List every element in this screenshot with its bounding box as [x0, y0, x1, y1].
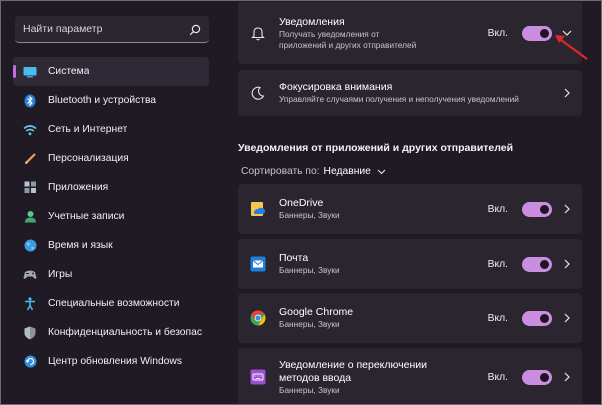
update-icon: [23, 355, 37, 369]
chevron-down-icon: [377, 169, 386, 174]
sidebar-item-label: Центр обновления Windows: [48, 356, 182, 367]
settings-window: Найти параметр Система Bluetooth и устро…: [0, 0, 602, 405]
app-notifications-toggle[interactable]: [522, 310, 552, 326]
focus-assist-card[interactable]: Фокусировка внимания Управляйте случаями…: [238, 70, 582, 116]
toggle-state-label: Вкл.: [487, 312, 508, 324]
sidebar-item-accounts[interactable]: Учетные записи: [13, 202, 209, 231]
app-subtitle: Баннеры, Звуки: [279, 265, 340, 275]
moon-icon: [250, 85, 266, 101]
sidebar-item-windows-update[interactable]: Центр обновления Windows: [13, 347, 209, 376]
wifi-icon: [23, 123, 37, 137]
sidebar-item-personalization[interactable]: Персонализация: [13, 144, 209, 173]
sort-dropdown[interactable]: Сортировать по: Недавние: [241, 166, 386, 177]
app-subtitle: Баннеры, Звуки: [279, 384, 340, 395]
app-subtitle: Баннеры, Звуки: [279, 210, 340, 220]
onedrive-icon: [250, 201, 266, 217]
apps-icon: [23, 181, 37, 195]
sidebar-item-apps[interactable]: Приложения: [13, 173, 209, 202]
app-row-chrome[interactable]: Google Chrome Баннеры, Звуки Вкл.: [238, 293, 582, 343]
search-icon: [189, 23, 201, 36]
setting-subtitle: Получать уведомления от приложений и дру…: [279, 28, 417, 50]
setting-title: Фокусировка внимания: [279, 81, 393, 93]
app-subtitle: Баннеры, Звуки: [279, 319, 340, 329]
sidebar-item-label: Время и язык: [48, 240, 113, 251]
notifications-toggle[interactable]: [522, 25, 552, 41]
sort-value: Недавние: [323, 166, 371, 177]
sidebar-item-time-language[interactable]: Время и язык: [13, 231, 209, 260]
app-row-mail[interactable]: Почта Баннеры, Звуки Вкл.: [238, 239, 582, 289]
account-icon: [23, 210, 37, 224]
sidebar-item-label: Персонализация: [48, 153, 129, 164]
setting-title: Уведомления: [279, 15, 345, 28]
chrome-icon: [250, 310, 266, 326]
sidebar-item-accessibility[interactable]: Специальные возможности: [13, 289, 209, 318]
toggle-state-label: Вкл.: [487, 203, 508, 215]
sidebar-item-label: Учетные записи: [48, 211, 125, 222]
keyboard-icon: [250, 369, 266, 385]
system-icon: [23, 65, 37, 79]
brush-icon: [23, 152, 37, 166]
search-input[interactable]: Найти параметр: [23, 23, 189, 35]
chevron-right-icon[interactable]: [562, 204, 572, 214]
chevron-right-icon[interactable]: [562, 313, 572, 323]
sidebar-nav: Система Bluetooth и устройства Сеть и Ин…: [13, 57, 209, 376]
annotation-arrow-icon: [555, 35, 588, 60]
mail-icon: [250, 256, 266, 272]
chevron-right-icon[interactable]: [562, 88, 572, 98]
sidebar-item-label: Конфиденциальность и безопас: [48, 327, 202, 338]
chevron-right-icon[interactable]: [562, 372, 572, 382]
sidebar-item-label: Bluetooth и устройства: [48, 95, 157, 106]
bluetooth-icon: [23, 94, 37, 108]
toggle-state-label: Вкл.: [487, 258, 508, 270]
sidebar-item-privacy[interactable]: Конфиденциальность и безопас: [13, 318, 209, 347]
app-notifications-toggle[interactable]: [522, 201, 552, 217]
app-row-input-switch[interactable]: Уведомление о переключении методов ввода…: [238, 348, 582, 404]
setting-subtitle: Управляйте случаями получения и неполуче…: [279, 94, 519, 104]
accessibility-icon: [23, 296, 37, 311]
search-box[interactable]: Найти параметр: [15, 16, 209, 43]
globe-icon: [23, 239, 37, 253]
chevron-right-icon[interactable]: [562, 259, 572, 269]
sort-label: Сортировать по:: [241, 166, 320, 177]
app-notifications-toggle[interactable]: [522, 256, 552, 272]
sidebar-item-system[interactable]: Система: [13, 57, 209, 86]
gamepad-icon: [23, 268, 37, 282]
sidebar-item-bluetooth[interactable]: Bluetooth и устройства: [13, 86, 209, 115]
toggle-state-label: Вкл.: [487, 371, 508, 383]
app-notifications-toggle[interactable]: [522, 369, 552, 385]
app-name: Google Chrome: [279, 306, 354, 318]
sidebar-item-label: Приложения: [48, 182, 109, 193]
app-name: Уведомление о переключении методов ввода: [279, 358, 428, 384]
notifications-setting-card[interactable]: Уведомления Получать уведомления от прил…: [238, 2, 582, 64]
app-name: Почта: [279, 252, 309, 264]
shield-icon: [23, 326, 37, 340]
sidebar-item-label: Игры: [48, 269, 73, 280]
bell-icon: [250, 25, 266, 41]
sidebar-item-gaming[interactable]: Игры: [13, 260, 209, 289]
app-name: OneDrive: [279, 197, 324, 209]
sidebar-item-label: Сеть и Интернет: [48, 124, 128, 135]
sidebar-item-label: Система: [48, 66, 90, 77]
sidebar-item-label: Специальные возможности: [48, 298, 180, 309]
app-row-onedrive[interactable]: OneDrive Баннеры, Звуки Вкл.: [238, 184, 582, 234]
sidebar-item-network[interactable]: Сеть и Интернет: [13, 115, 209, 144]
toggle-state-label: Вкл.: [487, 27, 508, 39]
section-title: Уведомления от приложений и других отпра…: [238, 142, 514, 154]
